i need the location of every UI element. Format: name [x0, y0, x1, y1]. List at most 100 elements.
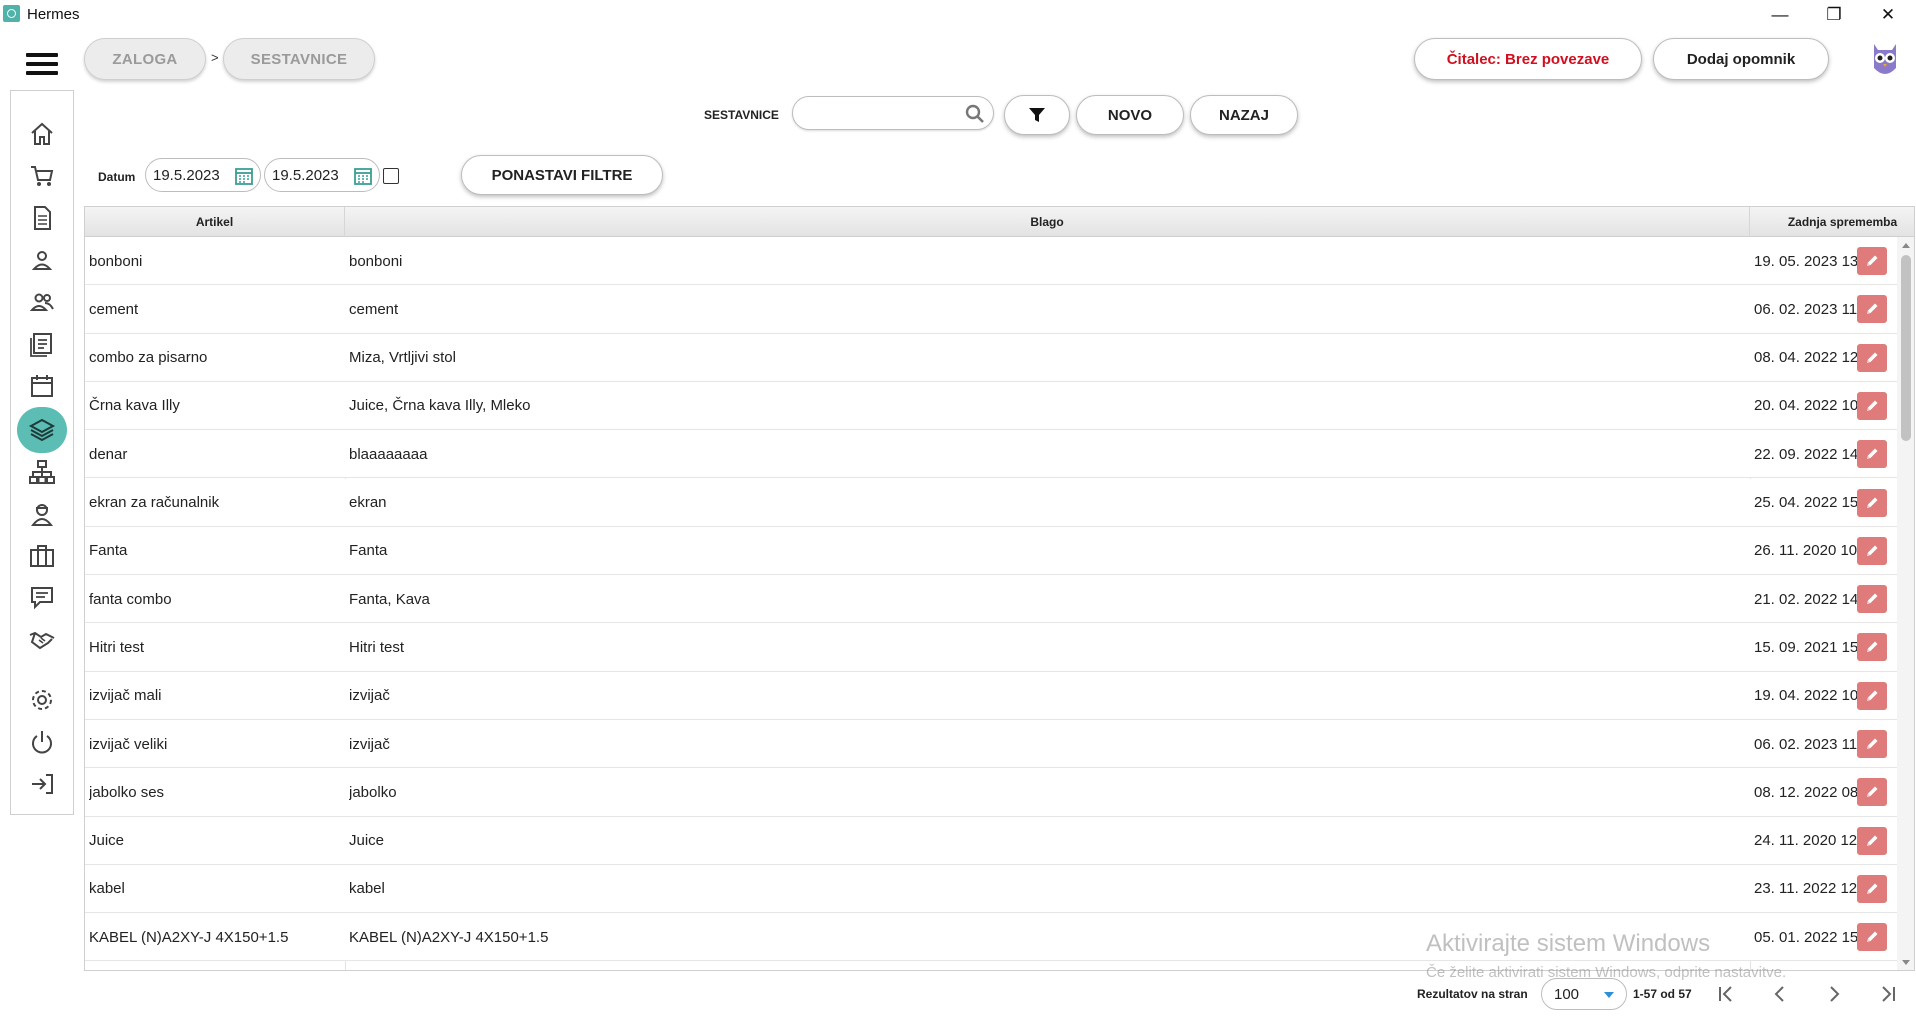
power-icon[interactable] — [25, 725, 59, 759]
handshake-icon[interactable] — [25, 623, 59, 657]
breadcrumb-sestavnice[interactable]: SESTAVNICE — [223, 38, 375, 80]
search-input[interactable] — [807, 103, 957, 125]
pencil-icon — [1867, 883, 1878, 894]
chat-icon[interactable] — [25, 581, 59, 615]
table-row[interactable]: jabolko ses jabolko 08. 12. 2022 08:53 — [85, 768, 1898, 817]
cell-blago: ekran — [349, 494, 387, 511]
close-button[interactable]: ✕ — [1861, 0, 1915, 30]
cell-blago: blaaaaaaaa — [349, 445, 428, 463]
edit-button[interactable] — [1857, 295, 1887, 324]
filter-button[interactable] — [1004, 95, 1070, 135]
date-to-field[interactable]: 19.5.2023 — [264, 158, 380, 192]
briefcase-icon[interactable] — [25, 539, 59, 573]
edit-button[interactable] — [1857, 488, 1887, 517]
table-row[interactable]: Črna kava Illy Juice, Črna kava Illy, Mle… — [85, 381, 1898, 431]
vertical-scrollbar[interactable] — [1897, 237, 1914, 970]
table-row[interactable]: Juice Juice 24. 11. 2020 12:21 — [85, 816, 1898, 865]
cell-artikel: Fanta — [89, 542, 128, 560]
search-field[interactable] — [792, 96, 994, 130]
table-row[interactable]: Fanta Fanta 26. 11. 2020 10:35 — [85, 526, 1898, 576]
edit-button[interactable] — [1857, 826, 1887, 855]
cell-artikel: KABEL (N)A2XY-J 4X150+1.5 — [89, 928, 289, 946]
add-reminder-button[interactable]: Dodaj opomnik — [1653, 38, 1829, 80]
people-icon[interactable] — [25, 285, 59, 319]
table-row[interactable]: cement cement 06. 02. 2023 11:54 — [85, 285, 1898, 334]
search-icon[interactable] — [963, 102, 987, 126]
calendar-picker-icon[interactable] — [353, 166, 373, 186]
cell-zadnja-sprememba: 15. 09. 2021 15:13 — [1754, 638, 1880, 656]
edit-button[interactable] — [1857, 778, 1887, 807]
title-bar: Hermes — ❐ ✕ — [0, 0, 1916, 30]
back-button[interactable]: NAZAJ — [1190, 95, 1298, 135]
table-row[interactable]: fanta combo Fanta, Kava 21. 02. 2022 14:02 — [85, 575, 1898, 624]
list-icon[interactable] — [25, 327, 59, 361]
table-row[interactable]: izvijač veliki izvijač 06. 02. 2023 11:54 — [85, 720, 1898, 769]
page-size-select[interactable]: 100 — [1541, 978, 1627, 1010]
table-row[interactable]: Hitri test Hitri test 15. 09. 2021 15:13 — [85, 623, 1898, 672]
edit-button[interactable] — [1857, 247, 1887, 275]
calendar-picker-icon[interactable] — [234, 166, 254, 186]
calendar-icon[interactable] — [25, 369, 59, 403]
table-row[interactable]: ekran za računalnik ekran 25. 04. 2022 15:… — [85, 478, 1898, 527]
table-header: Artikel Blago Zadnja sprememba — [85, 207, 1914, 237]
table-row[interactable]: bonboni bonboni 19. 05. 2023 13:20 — [85, 237, 1898, 286]
date-from-field[interactable]: 19.5.2023 — [145, 158, 261, 192]
pencil-icon — [1867, 690, 1878, 701]
logout-icon[interactable] — [25, 767, 59, 801]
edit-button[interactable] — [1857, 343, 1887, 372]
restore-button[interactable]: ❐ — [1807, 0, 1861, 30]
page-size-label: Rezultatov na stran — [1417, 987, 1528, 1001]
previous-page-icon[interactable] — [1768, 982, 1792, 1006]
date-to-value: 19.5.2023 — [272, 167, 339, 184]
date-filter-checkbox[interactable] — [383, 168, 399, 184]
gear-icon[interactable] — [25, 683, 59, 717]
cell-artikel: Juice — [89, 832, 125, 850]
reset-filters-button[interactable]: PONASTAVI FILTRE — [461, 155, 663, 195]
network-icon[interactable] — [25, 455, 59, 489]
table-row[interactable]: izvijač mali izvijač 19. 04. 2022 10:35 — [85, 671, 1898, 720]
edit-button[interactable] — [1857, 536, 1887, 565]
cell-blago: kabel — [349, 880, 385, 898]
cell-artikel: jabolko ses — [89, 783, 165, 801]
home-icon[interactable] — [25, 117, 59, 151]
edit-button[interactable] — [1857, 681, 1887, 710]
menu-icon[interactable] — [26, 53, 58, 75]
owl-avatar-icon[interactable] — [1866, 38, 1904, 82]
new-button[interactable]: NOVO — [1076, 95, 1184, 135]
worker-icon[interactable] — [25, 497, 59, 531]
layers-icon[interactable] — [17, 407, 67, 453]
table-row[interactable]: kabel kabel 23. 11. 2022 12:40 — [85, 864, 1898, 914]
scroll-down-icon[interactable] — [1902, 960, 1910, 965]
cell-artikel: bonboni — [89, 252, 143, 270]
cart-icon[interactable] — [25, 159, 59, 193]
reader-status-button[interactable]: Čitalec: Brez povezave — [1414, 38, 1642, 80]
document-icon[interactable] — [25, 201, 59, 235]
minimize-button[interactable]: — — [1753, 0, 1807, 30]
cell-blago: Juice — [349, 832, 385, 850]
scroll-up-icon[interactable] — [1902, 243, 1910, 248]
cell-blago: bonboni — [349, 252, 403, 270]
cell-artikel: fanta combo — [89, 590, 172, 608]
edit-button[interactable] — [1857, 440, 1887, 469]
scroll-thumb[interactable] — [1901, 255, 1911, 441]
filter-icon — [1029, 108, 1045, 122]
last-page-icon[interactable] — [1876, 982, 1900, 1006]
edit-button[interactable] — [1857, 585, 1887, 614]
edit-button[interactable] — [1857, 391, 1887, 420]
column-header-artikel[interactable]: Artikel — [85, 207, 345, 237]
next-page-icon[interactable] — [1822, 982, 1846, 1006]
date-from-value: 19.5.2023 — [153, 167, 220, 184]
edit-button[interactable] — [1857, 730, 1887, 758]
column-header-blago[interactable]: Blago — [345, 207, 1750, 237]
cell-zadnja-sprememba: 23. 11. 2022 12:40 — [1754, 880, 1878, 898]
edit-button[interactable] — [1857, 923, 1887, 952]
breadcrumb-zaloga[interactable]: ZALOGA — [84, 38, 206, 80]
person-icon[interactable] — [25, 243, 59, 277]
column-header-zadnja-sprememba[interactable]: Zadnja sprememba — [1750, 207, 1914, 237]
table-row[interactable]: denar blaaaaaaaa 22. 09. 2022 14:03 — [85, 430, 1898, 479]
edit-button[interactable] — [1857, 874, 1887, 903]
cell-blago: izvijač — [349, 735, 390, 753]
first-page-icon[interactable] — [1714, 982, 1738, 1006]
table-row[interactable]: combo za pisarno Miza, Vrtljivi stol 08. 0… — [85, 333, 1898, 382]
edit-button[interactable] — [1857, 633, 1887, 662]
